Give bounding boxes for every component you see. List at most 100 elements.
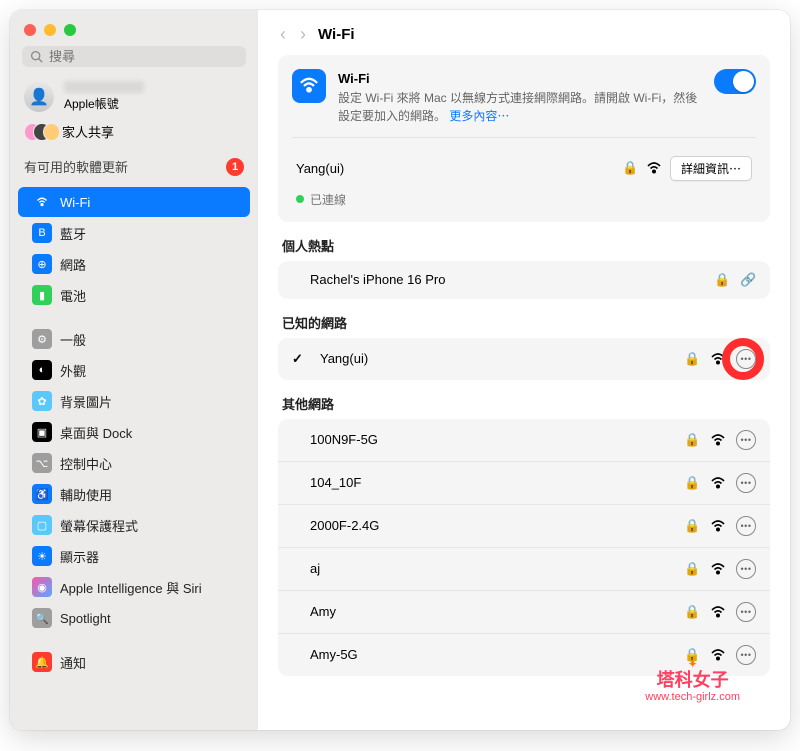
more-options-button[interactable]: ••• [736,430,756,450]
main-header: ‹ › Wi-Fi [258,10,790,55]
other-network-row[interactable]: 104_10F🔒••• [278,462,770,505]
sidebar-item-accessibility[interactable]: ♿輔助使用 [18,479,250,509]
sidebar-item-label: 背景圖片 [60,392,112,411]
software-update-row[interactable]: 有可用的軟體更新 1 [10,151,258,186]
hotspot-row[interactable]: Rachel's iPhone 16 Pro 🔒 🔗 [278,261,770,299]
wifi-icon [32,192,52,212]
current-network-name: Yang(ui) [296,161,614,176]
sidebar-item-label: 通知 [60,653,86,672]
sidebar-item-label: 輔助使用 [60,485,112,504]
sidebar-item-spotlight[interactable]: 🔍 Spotlight [18,603,250,633]
family-sharing-row[interactable]: 家人共享 [10,116,258,151]
appearance-icon: ◐ [32,360,52,380]
lock-icon: 🔒 [714,272,730,288]
bluetooth-icon: B [32,223,52,243]
other-network-row[interactable]: 100N9F-5G🔒••• [278,419,770,462]
sidebar-list: Wi-Fi B藍牙 ⊕ 網路 ▮ 電池 ⚙ 一般 ◐外觀 ✿ 背景圖片 ▣ 桌面與 Doc… [10,186,258,730]
sidebar-item-network[interactable]: ⊕ 網路 [18,249,250,279]
sidebar-item-siri[interactable]: ◉ Apple Intelligence 與 Siri [18,572,250,602]
more-options-button[interactable]: ••• [736,516,756,536]
section-other: 其他網路 [282,394,770,413]
wifi-card-title: Wi-Fi [338,69,702,89]
siri-icon: ◉ [32,577,52,597]
lock-icon: 🔒 [684,432,700,448]
network-name: aj [292,561,674,576]
family-avatars [24,123,52,141]
sidebar-item-battery[interactable]: ▮ 電池 [18,280,250,310]
more-options-button[interactable]: ••• [736,349,756,369]
minimize-button[interactable] [44,24,56,36]
network-name: Amy-5G [292,647,674,662]
lock-icon: 🔒 [684,351,700,367]
other-network-row[interactable]: aj🔒••• [278,548,770,591]
wallpaper-icon: ✿ [32,391,52,411]
wifi-toggle[interactable] [714,69,756,94]
sidebar-item-general[interactable]: ⚙ 一般 [18,324,250,354]
update-badge: 1 [226,158,244,176]
lock-icon: 🔒 [684,518,700,534]
more-options-button[interactable]: ••• [736,473,756,493]
spotlight-icon: 🔍 [32,608,52,628]
screensaver-icon: ▢ [32,515,52,535]
details-button[interactable]: 詳細資訊⋯ [670,156,752,181]
maximize-button[interactable] [64,24,76,36]
wifi-signal-icon [710,353,726,365]
sidebar-item-label: Spotlight [60,611,111,626]
sidebar-item-label: 顯示器 [60,547,99,566]
wifi-card-desc: 設定 Wi-Fi 來將 Mac 以無線方式連接網際網路。請開啟 Wi-Fi，然後… [338,91,697,123]
lock-icon: 🔒 [684,475,700,491]
gear-icon: ⚙ [32,329,52,349]
wifi-signal-icon [710,434,726,446]
sidebar-item-wallpaper[interactable]: ✿ 背景圖片 [18,386,250,416]
page-title: Wi-Fi [318,26,355,43]
status-dot [296,195,304,203]
sidebar-item-label: Apple Intelligence 與 Siri [60,578,202,597]
checkmark-icon: ✓ [292,351,306,367]
sidebar-item-dock[interactable]: ▣ 桌面與 Dock [18,417,250,447]
wifi-signal-icon [710,606,726,618]
other-network-row[interactable]: Amy🔒••• [278,591,770,634]
link-icon: 🔗 [740,272,756,288]
sidebar-item-screensaver[interactable]: ▢ 螢幕保護程式 [18,510,250,540]
more-options-button[interactable]: ••• [736,559,756,579]
more-link[interactable]: 更多內容⋯ [449,109,509,123]
close-button[interactable] [24,24,36,36]
search-input[interactable] [49,49,238,64]
sidebar-item-label: 網路 [60,255,86,274]
connection-status: 已連線 [310,191,346,208]
apple-account-row[interactable]: 👤 Apple帳號 [10,77,258,116]
sidebar-item-label: 控制中心 [60,454,112,473]
wifi-icon [292,69,326,103]
sidebar-item-appearance[interactable]: ◐外觀 [18,355,250,385]
sidebar-item-label: 一般 [60,330,86,349]
sidebar-item-notifications[interactable]: 🔔通知 [18,647,250,677]
control-center-icon: ⌥ [32,453,52,473]
sidebar-item-label: 電池 [60,286,86,305]
network-name: Yang(ui) [316,351,674,366]
account-name-redacted [64,81,144,93]
other-network-row[interactable]: 2000F-2.4G 🔒 ••• [278,505,770,548]
known-network-row[interactable]: ✓ Yang(ui) 🔒 ••• [278,338,770,380]
search-icon [30,50,43,63]
more-options-button[interactable]: ••• [736,602,756,622]
sidebar-item-control-center[interactable]: ⌥ 控制中心 [18,448,250,478]
dock-icon: ▣ [32,422,52,442]
family-label: 家人共享 [62,122,114,141]
settings-window: 👤 Apple帳號 家人共享 有可用的軟體更新 1 Wi-Fi B藍牙 ⊕ 網路 … [10,10,790,730]
sidebar-item-label: Wi-Fi [60,195,90,210]
network-name: 2000F-2.4G [292,518,674,533]
nav-forward: › [298,24,308,45]
sidebar-item-label: 桌面與 Dock [60,423,132,442]
sidebar-item-bluetooth[interactable]: B藍牙 [18,218,250,248]
nav-back[interactable]: ‹ [278,24,288,45]
battery-icon: ▮ [32,285,52,305]
search-field[interactable] [22,46,246,67]
sidebar-item-wifi[interactable]: Wi-Fi [18,187,250,217]
wifi-summary-card: Wi-Fi 設定 Wi-Fi 來將 Mac 以無線方式連接網際網路。請開啟 Wi… [278,55,770,222]
network-name: Rachel's iPhone 16 Pro [292,272,704,287]
sidebar-item-displays[interactable]: ☀顯示器 [18,541,250,571]
sidebar: 👤 Apple帳號 家人共享 有可用的軟體更新 1 Wi-Fi B藍牙 ⊕ 網路 … [10,10,258,730]
sidebar-item-label: 螢幕保護程式 [60,516,138,535]
network-icon: ⊕ [32,254,52,274]
hotspot-list: Rachel's iPhone 16 Pro 🔒 🔗 [278,261,770,299]
